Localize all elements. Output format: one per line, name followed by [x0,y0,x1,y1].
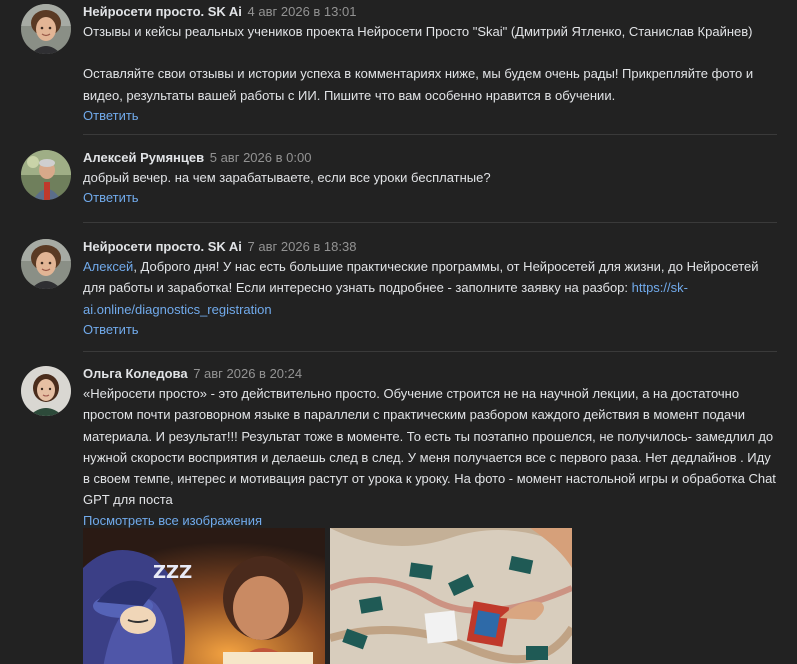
divider [83,134,777,135]
comment-date[interactable]: 7 авг 2026 в 20:24 [193,366,302,381]
mention-link[interactable]: Алексей [83,259,133,274]
comment-date[interactable]: 4 авг 2026 в 13:01 [248,4,357,19]
avatar[interactable] [21,4,71,54]
author-name[interactable]: Нейросети просто. SK Ai [83,4,242,19]
divider [83,351,777,352]
comment-text: «Нейросети просто» - это действительно п… [83,386,776,508]
reply-button[interactable]: Ответить [83,106,777,126]
comment-date[interactable]: 5 авг 2026 в 0:00 [210,150,312,165]
comment-text: Отзывы и кейсы реальных учеников проекта… [83,21,777,106]
zzz-text: ZZZ [153,562,192,583]
comment-date[interactable]: 7 авг 2026 в 18:38 [248,239,357,254]
reply-button[interactable]: Ответить [83,188,777,208]
comment-header: Ольга Коледова 7 авг 2026 в 20:24 [83,365,777,382]
avatar-image [21,150,71,200]
comment-body: Нейросети просто. SK Ai 4 авг 2026 в 13:… [83,3,777,126]
comment-header: Нейросети просто. SK Ai 7 авг 2026 в 18:… [83,238,777,255]
comment-body: Нейросети просто. SK Ai 7 авг 2026 в 18:… [83,238,777,340]
illustration-image: ZZZ [83,528,325,664]
avatar[interactable] [21,150,71,200]
comment-body: Ольга Коледова 7 авг 2026 в 20:24 «Нейро… [83,365,777,531]
reply-button[interactable]: Ответить [83,320,777,340]
attached-photo[interactable]: ZZZ [83,528,325,664]
comment-text: добрый вечер. на чем зарабатываете, если… [83,170,491,185]
divider [83,222,777,223]
avatar[interactable] [21,239,71,289]
comment-paragraph: Оставляйте свои отзывы и истории успеха … [83,66,754,103]
comment-paragraph: Отзывы и кейсы реальных учеников проекта… [83,24,753,39]
comment-body: Алексей Румянцев 5 авг 2026 в 0:00 добры… [83,149,777,208]
avatar[interactable] [21,366,71,416]
author-name[interactable]: Нейросети просто. SK Ai [83,239,242,254]
avatar-image [21,4,71,54]
board-game-image [330,528,572,664]
avatar-image [21,239,71,289]
author-name[interactable]: Алексей Румянцев [83,150,204,165]
comment-header: Нейросети просто. SK Ai 4 авг 2026 в 13:… [83,3,777,20]
comment-header: Алексей Румянцев 5 авг 2026 в 0:00 [83,149,777,166]
attached-photo[interactable] [330,528,572,664]
avatar-image [21,366,71,416]
comment-text: Алексей, Доброго дня! У нас есть большие… [83,256,777,320]
author-name[interactable]: Ольга Коледова [83,366,188,381]
comments-feed: Нейросети просто. SK Ai 4 авг 2026 в 13:… [0,0,797,664]
